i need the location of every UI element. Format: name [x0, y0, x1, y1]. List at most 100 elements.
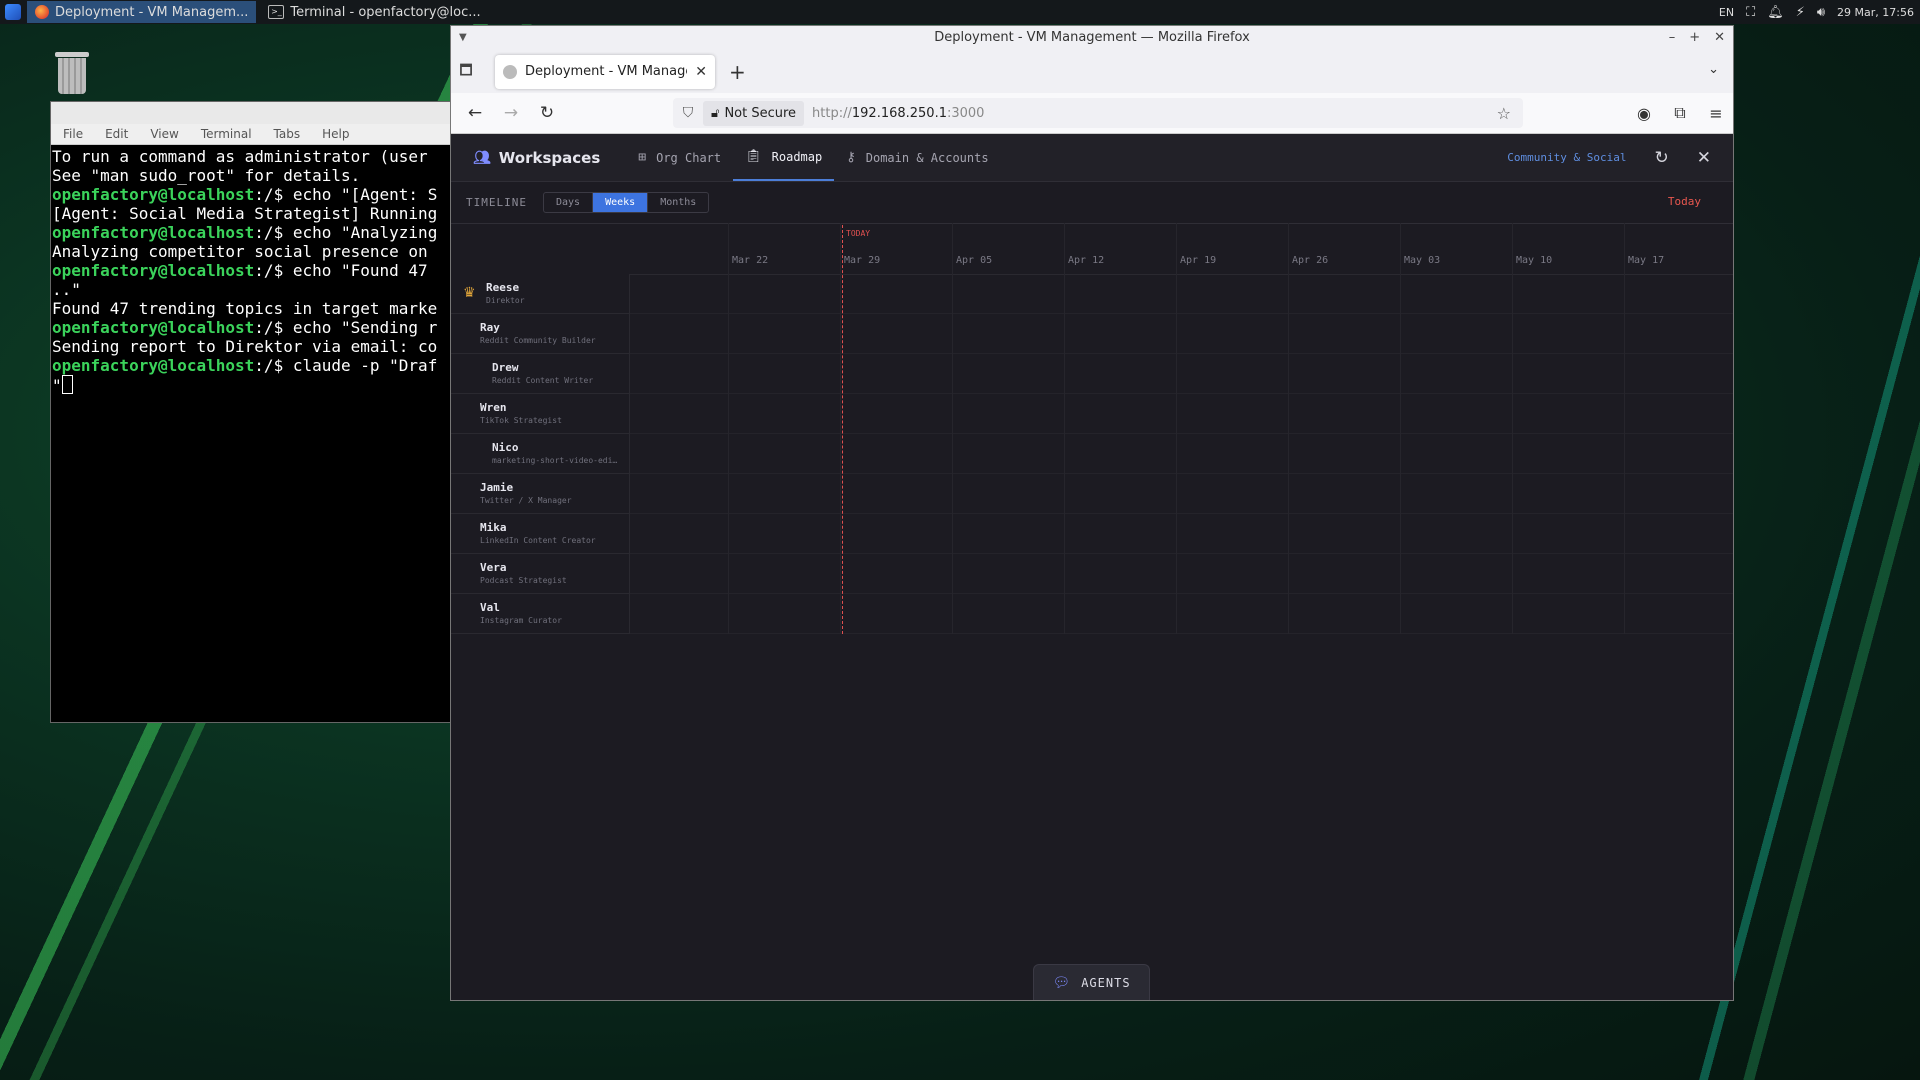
- week-gridline: [952, 223, 953, 634]
- insecure-lock-icon: 🔓︎: [711, 105, 720, 121]
- bell-icon[interactable]: 🔔︎: [1767, 5, 1784, 20]
- agent-name: Jamie: [480, 481, 514, 494]
- reload-icon[interactable]: ↻: [529, 103, 565, 123]
- workspaces-button[interactable]: 👥︎ Workspaces: [473, 149, 600, 167]
- terminal-line: Analyzing competitor social presence on: [52, 242, 428, 261]
- terminal-cursor: [61, 375, 73, 394]
- account-icon[interactable]: ◉: [1633, 104, 1655, 123]
- agent-role: Reddit Content Writer: [492, 376, 594, 385]
- week-gridline: [728, 223, 729, 634]
- maximize-icon[interactable]: +: [1689, 26, 1700, 50]
- task-firefox[interactable]: Deployment - VM Managem...: [27, 1, 257, 23]
- agent-name: Wren: [480, 401, 507, 414]
- agent-role: Direktor: [486, 296, 525, 305]
- terminal-line: Sending report to Direktor via email: co: [52, 337, 438, 356]
- terminal-line: openfactory@localhost:/$ claude -p "Draf: [52, 356, 438, 375]
- volume-icon[interactable]: 🔊︎: [1817, 5, 1825, 20]
- tab-roadmap[interactable]: 📋︎ Roadmap: [733, 134, 835, 181]
- window-title: Deployment - VM Management — Mozilla Fir…: [934, 30, 1250, 45]
- bookmark-star-icon[interactable]: ☆: [1497, 104, 1511, 123]
- tracking-shield-icon[interactable]: ⛉: [673, 105, 703, 121]
- keyboard-layout[interactable]: EN: [1719, 6, 1734, 19]
- url-text[interactable]: http://192.168.250.1:3000: [812, 106, 984, 121]
- menu-file[interactable]: File: [63, 127, 83, 141]
- menu-terminal[interactable]: Terminal: [201, 127, 252, 141]
- not-secure-badge[interactable]: 🔓︎ Not Secure: [703, 100, 805, 126]
- terminal-line: openfactory@localhost:/$ echo "Sending r: [52, 318, 438, 337]
- tab-title: Deployment - VM Manageme: [525, 64, 687, 79]
- agent-row[interactable]: Val Instagram Curator: [451, 594, 629, 634]
- app-menu-icon[interactable]: [5, 4, 21, 20]
- today-button[interactable]: Today: [1668, 195, 1701, 208]
- trash-icon[interactable]: [55, 52, 89, 94]
- scale-months[interactable]: Months: [648, 193, 708, 212]
- agent-row[interactable]: Drew Reddit Content Writer: [451, 354, 629, 394]
- agent-list: ♛ Reese Direktor Ray Reddit Community Builde…: [451, 274, 630, 634]
- terminal-titlebar[interactable]: [51, 102, 461, 124]
- agent-row[interactable]: Ray Reddit Community Builder: [451, 314, 629, 354]
- forward-icon[interactable]: →: [493, 103, 529, 123]
- terminal-line: openfactory@localhost:/$ echo "[Agent: S: [52, 185, 438, 204]
- extensions-icon[interactable]: ⧉: [1669, 103, 1691, 123]
- refresh-icon[interactable]: ↻: [1655, 148, 1669, 168]
- gantt-grid: Mar 22 Mar 29 Apr 05 Apr 12 Apr 19 Apr 26 May …: [451, 223, 1733, 1000]
- terminal-output[interactable]: To run a command as administrator (user S…: [51, 145, 461, 397]
- users-icon: 👥︎: [473, 149, 491, 166]
- agent-name: Mika: [480, 521, 507, 534]
- week-gridline: [1400, 223, 1401, 634]
- agent-name: Drew: [492, 361, 519, 374]
- terminal-line: ..": [52, 280, 81, 299]
- agent-role: Instagram Curator: [480, 616, 562, 625]
- menu-edit[interactable]: Edit: [105, 127, 128, 141]
- terminal-window[interactable]: File Edit View Terminal Tabs Help To run…: [50, 101, 462, 723]
- today-marker: TODAY: [846, 229, 871, 238]
- agent-row[interactable]: Vera Podcast Strategist: [451, 554, 629, 594]
- agent-row[interactable]: Wren TikTok Strategist: [451, 394, 629, 434]
- terminal-icon: >_: [268, 5, 285, 19]
- agent-role: Reddit Community Builder: [480, 336, 596, 345]
- chat-icon: 💬︎: [1052, 974, 1072, 991]
- task-terminal[interactable]: >_ Terminal - openfactory@loc...: [260, 1, 488, 23]
- tab-org-chart[interactable]: ⊞ Org Chart: [626, 134, 733, 181]
- scale-days[interactable]: Days: [544, 193, 594, 212]
- new-tab-icon[interactable]: +: [729, 60, 746, 84]
- window-titlebar[interactable]: ▼ Deployment - VM Management — Mozilla F…: [451, 26, 1733, 50]
- close-window-icon[interactable]: ✕: [1714, 26, 1725, 50]
- menu-help[interactable]: Help: [322, 127, 349, 141]
- agent-row[interactable]: Mika LinkedIn Content Creator: [451, 514, 629, 554]
- url-bar[interactable]: ⛉ 🔓︎ Not Secure http://192.168.250.1:300…: [673, 98, 1523, 128]
- power-icon[interactable]: ⚡︎: [1796, 5, 1805, 20]
- week-gridline: [1288, 223, 1289, 634]
- close-icon[interactable]: ✕: [1697, 148, 1711, 168]
- terminal-line: [Agent: Social Media Strategist] Running: [52, 204, 438, 223]
- close-tab-icon[interactable]: ✕: [695, 64, 707, 80]
- tab-domain-accounts[interactable]: ⚷ Domain & Accounts: [834, 134, 1000, 181]
- hamburger-menu-icon[interactable]: ≡: [1705, 104, 1727, 123]
- week-gridline: [1624, 223, 1625, 634]
- task-label: Terminal - openfactory@loc...: [290, 4, 481, 20]
- list-all-tabs-icon[interactable]: ⌄: [1708, 62, 1719, 77]
- agent-name: Reese: [486, 281, 520, 294]
- menu-tabs[interactable]: Tabs: [274, 127, 301, 141]
- agents-button[interactable]: 💬︎ AGENTS: [1033, 964, 1150, 1000]
- week-gridline: [1176, 223, 1177, 634]
- agent-row[interactable]: Jamie Twitter / X Manager: [451, 474, 629, 514]
- agent-role: TikTok Strategist: [480, 416, 562, 425]
- minimize-icon[interactable]: –: [1669, 26, 1676, 50]
- back-icon[interactable]: ←: [457, 103, 493, 123]
- terminal-line: See "man sudo_root" for details.: [52, 166, 361, 185]
- menu-view[interactable]: View: [150, 127, 178, 141]
- agent-row[interactable]: ♛ Reese Direktor: [451, 274, 629, 314]
- crown-icon: ♛: [463, 285, 476, 301]
- week-gridline: [840, 223, 841, 634]
- clock[interactable]: 29 Mar, 17:56: [1837, 6, 1914, 19]
- workspace-link[interactable]: Community & Social: [1507, 151, 1626, 164]
- scale-weeks[interactable]: Weeks: [593, 193, 649, 212]
- network-icon[interactable]: ⛶: [1746, 5, 1755, 20]
- timeline-scale-toggle: Days Weeks Months: [542, 192, 710, 213]
- tab-overview-icon[interactable]: 🗖︎: [451, 60, 481, 84]
- favicon-icon: [503, 64, 517, 79]
- window-menu-icon[interactable]: ▼: [459, 26, 467, 50]
- agent-row[interactable]: Nico marketing-short-video-edi…: [451, 434, 629, 474]
- browser-tab[interactable]: Deployment - VM Manageme ✕: [495, 54, 715, 89]
